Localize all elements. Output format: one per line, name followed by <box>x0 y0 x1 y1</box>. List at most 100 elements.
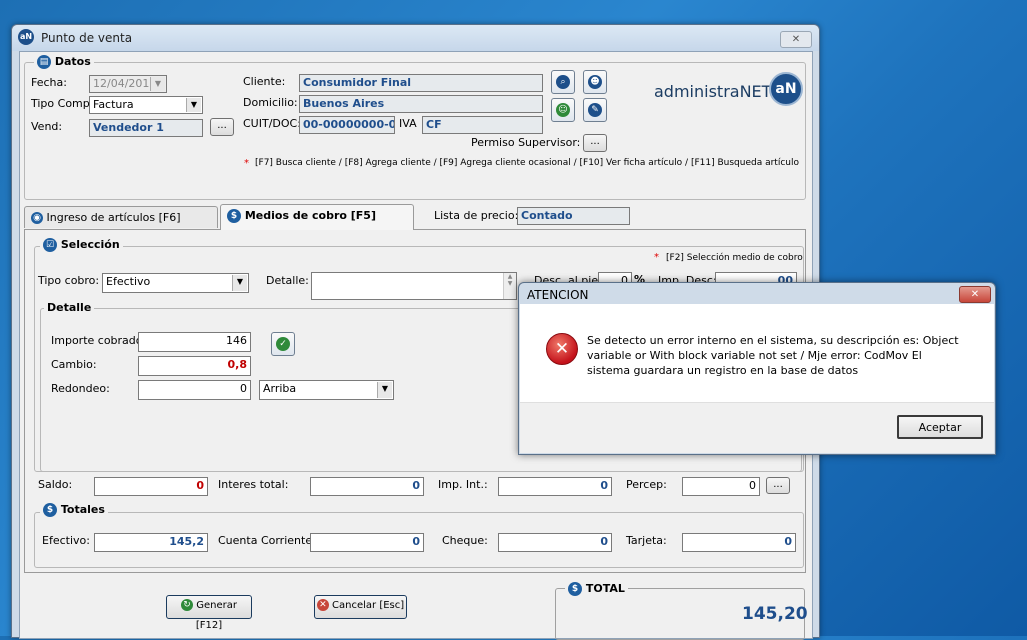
cambio-label: Cambio: <box>51 358 97 371</box>
scrollbar[interactable]: ▲ ▼ <box>503 273 516 299</box>
cliente-ocasional-button[interactable]: ☺ <box>551 98 575 122</box>
dollar-icon: $ <box>568 582 582 596</box>
dollar-icon: $ <box>227 209 241 223</box>
agregar-cliente-button[interactable]: ☻ <box>583 70 607 94</box>
logo-text: administraNET <box>654 82 772 101</box>
app-icon: aN <box>18 29 34 45</box>
interes-field: 0 <box>310 477 424 496</box>
administranet-logo: administraNET aN <box>654 72 804 108</box>
users-icon: ☻ <box>588 75 602 89</box>
cuit-field: 00-00000000-0 <box>299 116 395 134</box>
detalle-title: Detalle <box>44 301 95 314</box>
datos-title-label: Datos <box>54 55 91 68</box>
tipo-cobro-select[interactable]: Efectivo ▼ <box>102 273 249 293</box>
cta-cte-field: 0 <box>310 533 424 552</box>
dialog-title: ATENCION <box>527 288 589 302</box>
permiso-supervisor-button[interactable]: ... <box>583 134 607 152</box>
lista-precio-label: Lista de precio: <box>434 209 519 222</box>
fecha-value: 12/04/2016 <box>93 77 157 90</box>
tarjeta-field: 0 <box>682 533 796 552</box>
efectivo-label: Efectivo: <box>42 534 90 547</box>
vendedor-browse-button[interactable]: ... <box>210 118 234 136</box>
percep-browse-button[interactable]: ... <box>766 477 790 494</box>
totales-title-label: Totales <box>60 503 105 516</box>
dialog-message: Se detecto un error interno en el sistem… <box>587 334 959 377</box>
totales-title: $ Totales <box>40 503 108 517</box>
dialog-close-button[interactable]: ✕ <box>959 286 991 303</box>
importe-label: Importe cobrado: <box>51 334 147 347</box>
buscar-cliente-button[interactable]: ⌕ <box>551 70 575 94</box>
redondeo-field[interactable]: 0 <box>138 380 251 400</box>
percep-field: 0 <box>682 477 760 496</box>
hint-text: [F2] Selección medio de cobro <box>666 253 803 263</box>
redondeo-mode-select[interactable]: Arriba ▼ <box>259 380 394 400</box>
chevron-down-icon[interactable]: ▼ <box>186 98 201 112</box>
atencion-dialog: ATENCION ✕ ✕ Se detecto un error interno… <box>518 282 996 455</box>
percep-label: Percep: <box>626 478 667 491</box>
efectivo-field: 145,2 <box>94 533 208 552</box>
close-button[interactable]: ✕ <box>780 31 812 48</box>
interes-label: Interes total: <box>218 478 289 491</box>
tipo-comp-value: Factura <box>93 98 134 111</box>
detalle-textarea[interactable]: ▲ ▼ <box>311 272 517 300</box>
chevron-down-icon[interactable]: ▼ <box>377 382 392 398</box>
domicilio-field: Buenos Aires <box>299 95 543 113</box>
redondeo-mode-value: Arriba <box>263 382 297 395</box>
tab-ingreso-articulos[interactable]: ◉ Ingreso de artículos [F6] <box>24 206 218 228</box>
imp-int-label: Imp. Int.: <box>438 478 488 491</box>
cancelar-button[interactable]: ✕ Cancelar [Esc] <box>314 595 407 619</box>
document-icon: ▤ <box>37 55 51 69</box>
cliente-field: Consumidor Final <box>299 74 543 92</box>
detalle-label: Detalle: <box>266 274 309 287</box>
shortcuts-star: * <box>244 158 249 169</box>
cta-cte-label: Cuenta Corriente: <box>218 534 316 547</box>
cheque-label: Cheque: <box>442 534 488 547</box>
tab-ingreso-label: Ingreso de artículos [F6] <box>46 211 181 224</box>
saldo-label: Saldo: <box>38 478 73 491</box>
window-title: Punto de venta <box>41 31 133 45</box>
aceptar-button[interactable]: Aceptar <box>897 415 983 439</box>
fecha-field[interactable]: 12/04/2016 ▼ <box>89 75 167 93</box>
seleccion-title: ☑ Selección <box>40 238 123 252</box>
cancel-icon: ✕ <box>316 599 329 611</box>
error-icon: ✕ <box>546 333 578 365</box>
checkbox-icon: ☑ <box>43 238 57 252</box>
close-icon: ✕ <box>791 34 801 45</box>
cliente-label: Cliente: <box>243 75 286 88</box>
cambio-field: 0,8 <box>138 356 251 376</box>
tipo-comp-label: Tipo Comp: <box>31 97 94 110</box>
vend-label: Vend: <box>31 120 63 133</box>
check-icon: ✓ <box>276 337 290 351</box>
edit-icon: ✎ <box>588 103 602 117</box>
generar-label: Generar [F12] <box>195 600 237 631</box>
tipo-cobro-label: Tipo cobro: <box>38 274 100 287</box>
saldo-field: 0 <box>94 477 208 496</box>
tipo-comp-select[interactable]: Factura ▼ <box>89 96 203 114</box>
close-icon: ✕ <box>970 289 980 300</box>
cancelar-label: Cancelar [Esc] <box>332 600 405 611</box>
iva-field: CF <box>422 116 543 134</box>
datos-title: ▤ Datos <box>34 55 94 69</box>
cheque-field: 0 <box>498 533 612 552</box>
chevron-down-icon[interactable]: ▼ <box>232 275 247 291</box>
editar-cliente-button[interactable]: ✎ <box>583 98 607 122</box>
iva-label: IVA <box>399 117 417 130</box>
total-value: 145,20 <box>742 604 808 624</box>
seleccion-title-label: Selección <box>60 238 120 251</box>
hint-star: * <box>654 252 659 263</box>
window-titlebar: aN Punto de venta ✕ <box>12 25 819 51</box>
tarjeta-label: Tarjeta: <box>626 534 667 547</box>
tab-medios-label: Medios de cobro [F5] <box>244 209 376 222</box>
generar-button[interactable]: ↻ Generar [F12] <box>166 595 252 631</box>
shortcuts-text: [F7] Busca cliente / [F8] Agrega cliente… <box>255 158 799 168</box>
permiso-label: Permiso Supervisor: <box>471 136 581 149</box>
vendedor-field: Vendedor 1 <box>89 119 203 137</box>
importe-field[interactable]: 146 <box>138 332 251 352</box>
lista-precio-field: Contado <box>517 207 630 225</box>
logo-mark: aN <box>769 72 803 106</box>
chevron-down-icon[interactable]: ▼ <box>150 77 165 91</box>
confirmar-importe-button[interactable]: ✓ <box>271 332 295 356</box>
domicilio-label: Domicilio: <box>243 96 298 109</box>
cart-icon: ◉ <box>31 212 43 224</box>
tab-medios-cobro[interactable]: $ Medios de cobro [F5] <box>220 204 414 230</box>
